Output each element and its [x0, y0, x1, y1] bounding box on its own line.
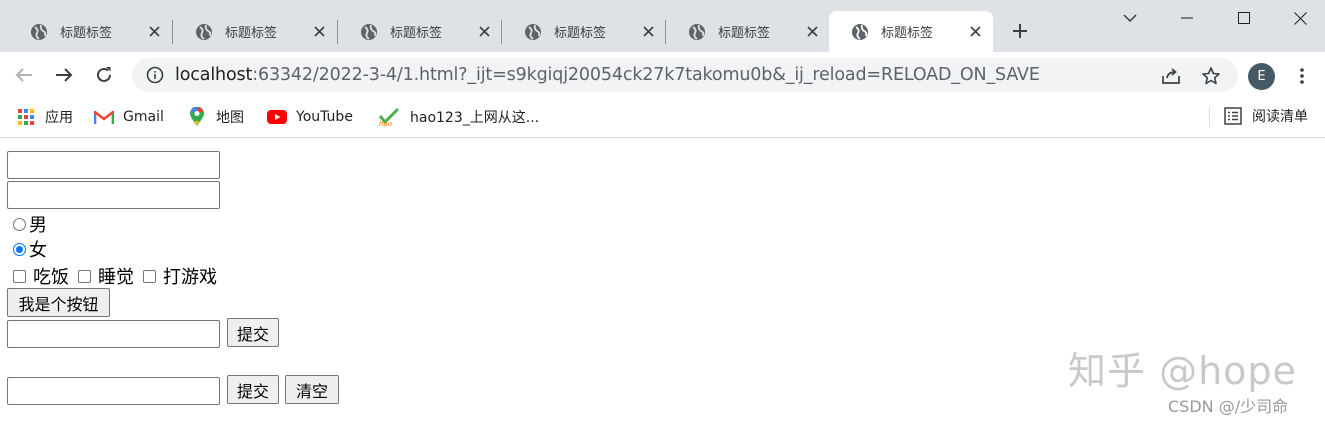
info-icon[interactable] [146, 66, 164, 84]
tab-title: 标题标签 [60, 26, 113, 41]
tab-title: 标题标签 [390, 26, 443, 41]
tab-title: 标题标签 [554, 26, 607, 41]
youtube-icon [267, 107, 287, 127]
bookmark-hao123[interactable]: hao hao123_上网从这... [377, 106, 539, 128]
browser-toolbar: localhost:63342/2022-3-4/1.html?_ijt=s9k… [0, 52, 1325, 98]
checkbox-label-eat: 吃饭 [33, 267, 69, 288]
bookmark-maps[interactable]: 地图 [187, 106, 244, 128]
checkbox-label-game: 打游戏 [163, 267, 217, 288]
browser-tab[interactable]: 标题标签 [8, 11, 172, 52]
globe-icon [852, 23, 868, 40]
menu-button[interactable] [1292, 64, 1312, 88]
close-tab-icon[interactable] [311, 23, 327, 39]
checkbox-game[interactable] [143, 269, 156, 283]
close-tab-icon[interactable] [146, 23, 162, 39]
forward-button[interactable] [51, 62, 77, 88]
browser-tab[interactable]: 标题标签 [338, 11, 502, 52]
tab-title: 标题标签 [225, 26, 278, 41]
submit-button-1[interactable]: 提交 [227, 318, 279, 347]
text-input-4[interactable] [7, 377, 220, 405]
minimize-icon [1180, 17, 1193, 19]
tab-strip: 标题标签 标题标签 标题标签 标题标签 标题标签 标题标签 [0, 0, 1325, 52]
globe-icon [196, 23, 212, 40]
profile-avatar[interactable]: E [1248, 63, 1275, 90]
browser-tab[interactable]: 标题标签 [666, 11, 830, 52]
gmail-icon [94, 107, 114, 127]
reload-button[interactable] [91, 62, 117, 88]
close-tab-icon[interactable] [967, 23, 983, 39]
bookmark-youtube[interactable]: YouTube [267, 106, 353, 128]
svg-text:hao: hao [379, 120, 392, 127]
bookmark-label: Gmail [123, 109, 164, 125]
hobby-row: 吃饭 睡觉 打游戏 [7, 263, 217, 289]
share-icon [1162, 68, 1180, 84]
bookmarks-bar: 应用 Gmail 地图 YouTube hao hao123_上网从这... 阅… [0, 98, 1325, 138]
globe-icon [689, 23, 705, 40]
more-vert-icon [1300, 68, 1304, 84]
tab-title: 标题标签 [718, 26, 771, 41]
bookmark-apps[interactable]: 应用 [16, 106, 73, 128]
arrow-left-icon [15, 68, 32, 82]
bookmark-label: 应用 [45, 110, 73, 126]
reload-icon [97, 67, 111, 82]
checkbox-label-sleep: 睡觉 [98, 267, 134, 288]
globe-icon [31, 23, 47, 40]
plus-icon [1013, 24, 1027, 38]
close-tab-icon[interactable] [640, 23, 656, 39]
hao123-icon: hao [377, 107, 401, 127]
maximize-button[interactable] [1215, 0, 1272, 36]
url-host: localhost [175, 65, 253, 85]
reading-list-icon [1224, 107, 1242, 125]
maps-pin-icon [187, 107, 207, 127]
watermark-csdn: CSDN @/少司命 [1168, 397, 1289, 416]
bookmark-label: YouTube [296, 109, 353, 125]
radio-label-female: 女 [29, 240, 47, 261]
radio-female[interactable] [13, 242, 26, 256]
watermark-zhihu: 知乎 @hope [1068, 349, 1297, 393]
bookmark-label: hao123_上网从这... [410, 110, 540, 126]
radio-male[interactable] [13, 217, 26, 231]
close-tab-icon[interactable] [476, 23, 492, 39]
checkbox-eat[interactable] [13, 269, 26, 283]
close-window-button[interactable] [1272, 0, 1325, 36]
plain-button[interactable]: 我是个按钮 [7, 288, 110, 317]
chevron-down-icon [1122, 14, 1137, 22]
text-input-3[interactable] [7, 320, 220, 348]
reset-button[interactable]: 清空 [285, 375, 339, 404]
arrow-right-icon [56, 68, 73, 82]
browser-tab[interactable]: 标题标签 [502, 11, 666, 52]
new-tab-button[interactable] [1006, 17, 1034, 45]
url-path: :63342/2022-3-4/1.html?_ijt=s9kgiqj20054… [252, 65, 1040, 85]
close-icon [1294, 11, 1307, 25]
reading-list-label: 阅读清单 [1252, 109, 1308, 125]
share-button[interactable] [1160, 65, 1182, 87]
text-input-1[interactable] [7, 151, 220, 179]
bookmark-star-button[interactable] [1200, 65, 1222, 87]
bookmarks-divider [1209, 107, 1210, 127]
url-text[interactable]: localhost:63342/2022-3-4/1.html?_ijt=s9k… [175, 65, 1040, 85]
tab-search-button[interactable] [1101, 0, 1158, 36]
back-button[interactable] [11, 62, 37, 88]
browser-tab-active[interactable]: 标题标签 [829, 11, 993, 52]
browser-tab[interactable]: 标题标签 [173, 11, 337, 52]
reading-list-button[interactable]: 阅读清单 [1224, 106, 1308, 126]
radio-label-male: 男 [29, 215, 47, 236]
maximize-icon [1237, 12, 1250, 24]
star-icon [1202, 67, 1220, 85]
minimize-button[interactable] [1158, 0, 1215, 36]
address-bar[interactable]: localhost:63342/2022-3-4/1.html?_ijt=s9k… [132, 58, 1238, 92]
gender-row-male: 男 [7, 211, 47, 237]
tab-title: 标题标签 [881, 26, 934, 41]
text-input-2[interactable] [7, 181, 220, 209]
submit-button-2[interactable]: 提交 [227, 375, 279, 404]
close-tab-icon[interactable] [804, 23, 820, 39]
bookmark-gmail[interactable]: Gmail [94, 106, 164, 128]
bookmark-label: 地图 [216, 110, 244, 126]
gender-row-female: 女 [7, 236, 47, 262]
globe-icon [361, 23, 377, 40]
globe-icon [525, 23, 541, 40]
checkbox-sleep[interactable] [78, 269, 91, 283]
apps-grid-icon [16, 107, 36, 127]
